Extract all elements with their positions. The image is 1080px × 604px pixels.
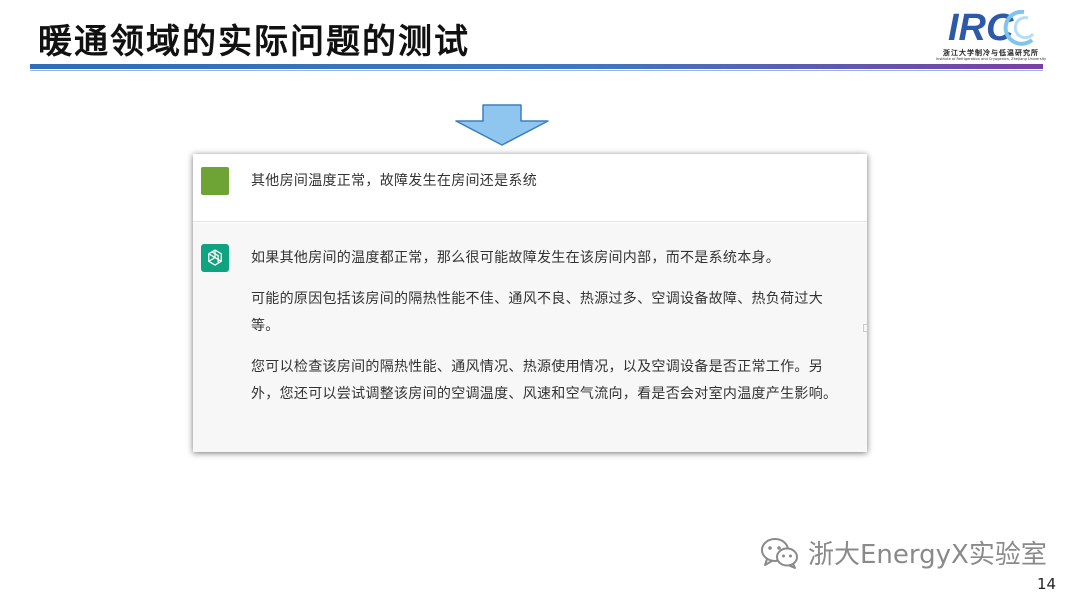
user-message: 其他房间温度正常，故障发生在房间还是系统: [251, 173, 537, 189]
watermark-text: 浙大EnergyX实验室: [808, 540, 1047, 570]
assistant-paragraph: 可能的原因包括该房间的隔热性能不佳、通风不良、热源过多、空调设备故障、热负荷过大…: [251, 291, 823, 334]
assistant-message: 如果其他房间的温度都正常，那么很可能故障发生在该房间内部，而不是系统本身。 可能…: [251, 245, 846, 422]
chatgpt-logo-icon: [201, 244, 229, 272]
assistant-message-row: 如果其他房间的温度都正常，那么很可能故障发生在该房间内部，而不是系统本身。 可能…: [193, 223, 867, 452]
down-arrow-icon: [455, 104, 549, 146]
logo-org-en: Institute of Refrigeration and Cryogenic…: [935, 57, 1047, 61]
title-divider-thin: [30, 70, 1043, 71]
chat-screenshot: 其他房间温度正常，故障发生在房间还是系统 如果其他房间的温度都正常，那么很可能故…: [193, 154, 867, 452]
copy-icon[interactable]: [863, 324, 867, 332]
title-divider: [30, 64, 1043, 69]
page-number: 14: [1037, 575, 1057, 593]
user-message-row: 其他房间温度正常，故障发生在房间还是系统: [193, 154, 867, 222]
wechat-icon: [761, 537, 798, 569]
slide-title: 暖通领域的实际问题的测试: [38, 22, 470, 62]
watermark: 浙大EnergyX实验室: [760, 534, 1047, 571]
assistant-paragraph: 您可以检查该房间的隔热性能、通风情况、热源使用情况，以及空调设备是否正常工作。另…: [251, 359, 838, 402]
user-avatar: [201, 167, 229, 195]
assistant-paragraph: 如果其他房间的温度都正常，那么很可能故障发生在该房间内部，而不是系统本身。: [251, 250, 781, 266]
